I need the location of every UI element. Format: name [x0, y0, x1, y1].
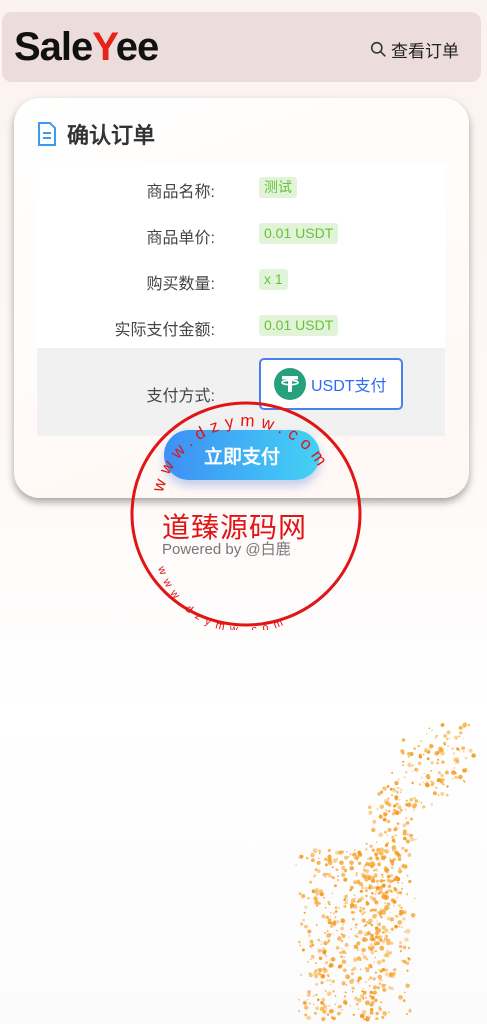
top-header: SaleYee 查看订单	[2, 12, 481, 82]
row-label: 商品名称:	[146, 184, 215, 201]
order-card: 确认订单 商品名称: 测试 商品单价: 0.01 USDT 购买数量: x 1 …	[14, 98, 469, 498]
row-label: 购买数量:	[146, 276, 215, 293]
row-quantity: 购买数量: x 1	[37, 256, 445, 302]
logo-suffix: ee	[115, 25, 159, 69]
watermark-url-bottom: www.dzymw.com	[155, 564, 285, 630]
document-icon	[38, 122, 56, 146]
payment-option-label: USDT支付	[311, 378, 387, 395]
view-order-link[interactable]: 查看订单	[370, 37, 459, 62]
row-value-tag: 0.01 USDT	[259, 223, 339, 244]
payment-label: 支付方式:	[146, 388, 215, 405]
row-value-tag: x 1	[259, 269, 288, 290]
logo-y: Y	[92, 25, 117, 69]
usdt-payment-option[interactable]: USDT支付	[259, 358, 403, 410]
card-title: 确认订单	[37, 118, 155, 150]
decorative-particles	[295, 722, 476, 1022]
row-unit-price: 商品单价: 0.01 USDT	[37, 210, 445, 256]
tether-icon	[274, 368, 306, 400]
card-title-text: 确认订单	[67, 123, 156, 148]
row-label: 实际支付金额:	[114, 322, 215, 339]
logo-prefix: Sale	[14, 25, 93, 69]
search-icon	[370, 41, 386, 57]
row-actual-amount: 实际支付金额: 0.01 USDT	[37, 302, 445, 348]
row-value-tag: 0.01 USDT	[259, 315, 339, 336]
row-payment-method: 支付方式: USDT支付	[37, 348, 445, 436]
row-value-tag: 测试	[259, 177, 297, 198]
powered-by-text: Powered by @白鹿	[162, 541, 291, 558]
brand-logo[interactable]: SaleYee	[14, 25, 159, 69]
pay-now-button[interactable]: 立即支付	[164, 430, 320, 480]
view-order-label: 查看订单	[391, 42, 459, 61]
row-product-name: 商品名称: 测试	[37, 164, 445, 210]
order-info-table: 商品名称: 测试 商品单价: 0.01 USDT 购买数量: x 1 实际支付金…	[37, 164, 445, 436]
row-label: 商品单价:	[146, 230, 215, 247]
svg-text:www.dzymw.com: www.dzymw.com	[155, 564, 291, 630]
